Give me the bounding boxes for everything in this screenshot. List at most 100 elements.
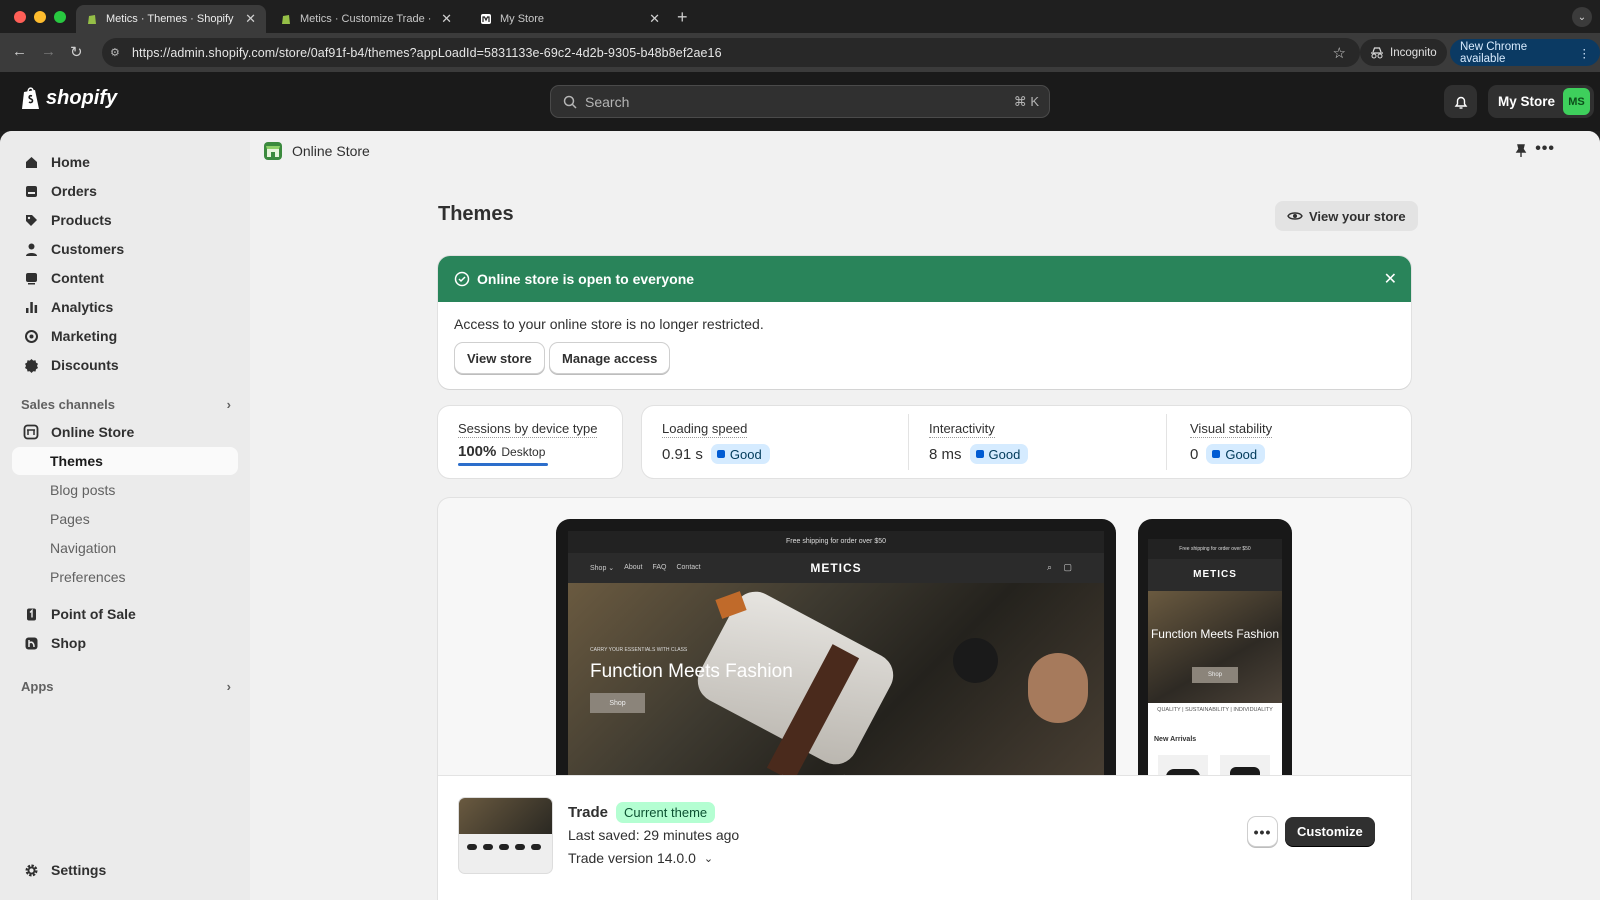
- apps-header[interactable]: Apps ›: [21, 679, 231, 694]
- sidebar-item-shop[interactable]: Shop: [12, 629, 238, 657]
- sidebar-item-online-store[interactable]: Online Store: [12, 418, 238, 446]
- mobile-shop-button: Shop: [1192, 667, 1238, 683]
- sidebar-item-discounts[interactable]: Discounts: [12, 351, 238, 379]
- close-tab-icon[interactable]: ✕: [245, 11, 256, 27]
- view-store-button[interactable]: View store: [455, 343, 544, 373]
- tab-search-icon[interactable]: ⌄: [1572, 7, 1592, 27]
- sidebar-item-preferences[interactable]: Preferences: [12, 563, 238, 591]
- logo-wordmark: shopify: [46, 87, 118, 109]
- bookmark-star-icon[interactable]: ☆: [1333, 44, 1346, 62]
- browser-tab-customize[interactable]: Metics · Customize Trade · Sh ✕: [270, 5, 462, 33]
- sidebar-item-settings[interactable]: Settings: [12, 856, 238, 884]
- theme-name-row: Trade Current theme: [568, 802, 716, 823]
- sidebar-item-orders[interactable]: Orders: [12, 177, 238, 205]
- sessions-progress-bar: [458, 463, 548, 466]
- button-label: Customize: [1297, 824, 1363, 839]
- sidebar-item-label: Customers: [51, 241, 125, 257]
- hero-subtitle: CARRY YOUR ESSENTIALS WITH CLASS: [590, 647, 688, 653]
- metric-value: 0: [1190, 445, 1199, 463]
- address-bar[interactable]: ⚙ https://admin.shopify.com/store/0af91f…: [102, 38, 1360, 67]
- shopify-favicon-icon: [282, 15, 290, 24]
- more-actions-icon[interactable]: •••: [1535, 140, 1555, 158]
- close-tab-icon[interactable]: ✕: [649, 11, 660, 27]
- close-window-button[interactable]: [14, 11, 26, 23]
- sidebar-item-label: Marketing: [51, 328, 118, 344]
- sidebar-item-blog-posts[interactable]: Blog posts: [12, 476, 238, 504]
- discount-icon: [22, 356, 40, 374]
- sidebar-item-label: Settings: [51, 862, 107, 878]
- back-icon[interactable]: ←: [12, 43, 27, 60]
- breadcrumb[interactable]: Online Store: [263, 141, 370, 161]
- online-store-app-icon: [264, 142, 282, 160]
- sidebar-item-label: Pages: [50, 511, 90, 527]
- pin-icon[interactable]: [1514, 144, 1528, 158]
- store-menu-button[interactable]: My Store MS: [1488, 85, 1595, 118]
- notifications-button[interactable]: [1444, 85, 1477, 118]
- search-icon: ⌕: [1046, 562, 1052, 572]
- status-badge: Good: [710, 444, 770, 464]
- chevron-down-icon: ⌄: [703, 852, 714, 865]
- theme-actions-button[interactable]: •••: [1248, 817, 1277, 846]
- theme-thumbnail[interactable]: [459, 798, 552, 873]
- browser-tab-my-store[interactable]: My Store ✕: [470, 5, 670, 33]
- sidebar-item-label: Preferences: [50, 569, 126, 585]
- sidebar-item-label: Online Store: [51, 424, 135, 440]
- sales-channels-header[interactable]: Sales channels ›: [21, 397, 231, 412]
- forward-icon[interactable]: →: [41, 43, 56, 60]
- dismiss-banner-icon[interactable]: ✕: [1384, 269, 1397, 289]
- visual-stability-metric[interactable]: Visual stability 0 Good: [1190, 420, 1273, 464]
- shopify-logo[interactable]: shopify: [20, 86, 117, 111]
- hero-shop-button: Shop: [590, 693, 645, 713]
- metric-label: Loading speed: [662, 421, 748, 438]
- sidebar-item-label: Home: [51, 154, 90, 170]
- banner-title: Online store is open to everyone: [477, 271, 695, 287]
- close-tab-icon[interactable]: ✕: [441, 11, 452, 27]
- content-icon: [22, 269, 40, 287]
- minimize-window-button[interactable]: [34, 11, 46, 23]
- view-your-store-button[interactable]: View your store: [1275, 201, 1418, 231]
- browser-tab-themes[interactable]: Metics · Themes · Shopify ✕: [76, 5, 266, 33]
- new-chrome-available-button[interactable]: New Chrome available ⋮: [1450, 39, 1600, 66]
- sidebar-item-marketing[interactable]: Marketing: [12, 322, 238, 350]
- sidebar: Home Orders Products Customers Content A…: [0, 131, 250, 900]
- breadcrumb-label: Online Store: [292, 143, 370, 159]
- customize-button[interactable]: Customize: [1285, 817, 1375, 846]
- sidebar-item-label: Themes: [50, 453, 103, 469]
- check-circle-icon: [454, 271, 470, 287]
- manage-access-button[interactable]: Manage access: [550, 343, 670, 373]
- interactivity-metric[interactable]: Interactivity 8 ms Good: [929, 420, 1029, 464]
- mobile-hero-title: Function Meets Fashion: [1150, 627, 1280, 641]
- metric-label: Interactivity: [929, 421, 995, 438]
- sidebar-item-label: Analytics: [51, 299, 114, 315]
- last-saved-text: Last saved: 29 minutes ago: [568, 827, 740, 843]
- new-tab-icon[interactable]: +: [677, 7, 688, 28]
- sidebar-item-themes[interactable]: Themes: [12, 447, 238, 475]
- metric-label: Sessions by device type: [458, 421, 598, 438]
- sessions-percent: 100%: [458, 443, 497, 460]
- incognito-indicator[interactable]: Incognito: [1360, 39, 1447, 66]
- sidebar-item-content[interactable]: Content: [12, 264, 238, 292]
- target-icon: [22, 327, 40, 345]
- mobile-brand: METICS: [1148, 559, 1282, 591]
- sidebar-item-pages[interactable]: Pages: [12, 505, 238, 533]
- maximize-window-button[interactable]: [54, 11, 66, 23]
- person-icon: [22, 240, 40, 258]
- announcement-bar: Free shipping for order over $50: [568, 531, 1104, 553]
- kebab-menu-icon[interactable]: ⋮: [1579, 46, 1591, 60]
- new-arrivals-label: New Arrivals: [1154, 736, 1197, 743]
- search-input[interactable]: Search ⌘ K: [550, 85, 1050, 118]
- sidebar-item-home[interactable]: Home: [12, 148, 238, 176]
- site-settings-icon[interactable]: ⚙: [110, 46, 126, 59]
- sidebar-item-analytics[interactable]: Analytics: [12, 293, 238, 321]
- sidebar-item-point-of-sale[interactable]: Point of Sale: [12, 600, 238, 628]
- sidebar-item-customers[interactable]: Customers: [12, 235, 238, 263]
- loading-speed-metric[interactable]: Loading speed 0.91 s Good: [662, 420, 770, 464]
- sidebar-item-navigation[interactable]: Navigation: [12, 534, 238, 562]
- admin-frame: Home Orders Products Customers Content A…: [0, 131, 1600, 900]
- sidebar-item-products[interactable]: Products: [12, 206, 238, 234]
- sessions-card[interactable]: Sessions by device type 100% Desktop: [438, 406, 622, 478]
- theme-version-dropdown[interactable]: Trade version 14.0.0 ⌄: [568, 850, 713, 866]
- sidebar-item-label: Point of Sale: [51, 606, 136, 622]
- url-text: https://admin.shopify.com/store/0af91f-b…: [132, 45, 722, 60]
- reload-icon[interactable]: ↻: [70, 43, 83, 61]
